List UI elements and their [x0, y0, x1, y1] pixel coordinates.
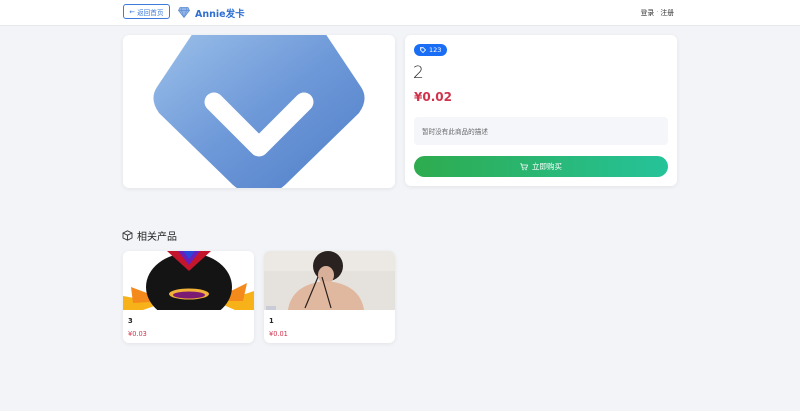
- product-thumbnail: [123, 251, 254, 310]
- login-link[interactable]: 登录: [641, 7, 655, 17]
- related-product-card[interactable]: 1 ¥0.01: [264, 251, 395, 343]
- back-to-home-button[interactable]: ← 返回首页: [123, 4, 170, 19]
- product-thumbnail: [264, 251, 395, 310]
- auth-separator: ·: [656, 8, 659, 16]
- related-product-price: ¥0.01: [269, 330, 288, 338]
- product-description-text: 暂时没有此商品的描述: [422, 128, 488, 136]
- product-info-card: 123 2 ¥0.02 暂时没有此商品的描述 立即购买: [405, 35, 677, 186]
- top-navbar: ← 返回首页 Annie发卡 登录 · 注册: [0, 0, 800, 26]
- register-link[interactable]: 注册: [660, 7, 674, 17]
- related-product-price: ¥0.03: [128, 330, 147, 338]
- back-to-home-label: 返回首页: [137, 8, 164, 17]
- product-tag-label: 123: [429, 46, 442, 54]
- buy-now-button[interactable]: 立即购买: [414, 156, 668, 177]
- buy-now-label: 立即购买: [532, 162, 562, 171]
- product-price: ¥0.02: [414, 90, 452, 104]
- related-product-name: 1: [269, 317, 274, 325]
- related-products-title: 相关产品: [137, 232, 177, 243]
- product-description: 暂时没有此商品的描述: [414, 117, 668, 145]
- product-title: 2: [413, 63, 424, 83]
- product-tag-badge: 123: [414, 44, 448, 56]
- product-image-card: [123, 35, 395, 188]
- related-product-name: 3: [128, 317, 133, 325]
- related-product-card[interactable]: 3 ¥0.03: [123, 251, 254, 343]
- diamond-logo-icon: [178, 7, 190, 18]
- auth-links: 登录 · 注册: [641, 7, 674, 17]
- cart-icon: [520, 162, 528, 170]
- chevron-down-badge-icon: [153, 35, 365, 188]
- box-icon: [122, 230, 133, 241]
- related-products-heading: 相关产品: [122, 228, 177, 243]
- brand-name: Annie发卡: [195, 8, 245, 20]
- product-thumbnail-photo: [264, 251, 395, 310]
- arrow-left-icon: ←: [129, 7, 136, 16]
- tag-icon: [420, 47, 426, 53]
- product-thumbnail-art: [123, 251, 254, 310]
- brand[interactable]: Annie发卡: [178, 5, 245, 20]
